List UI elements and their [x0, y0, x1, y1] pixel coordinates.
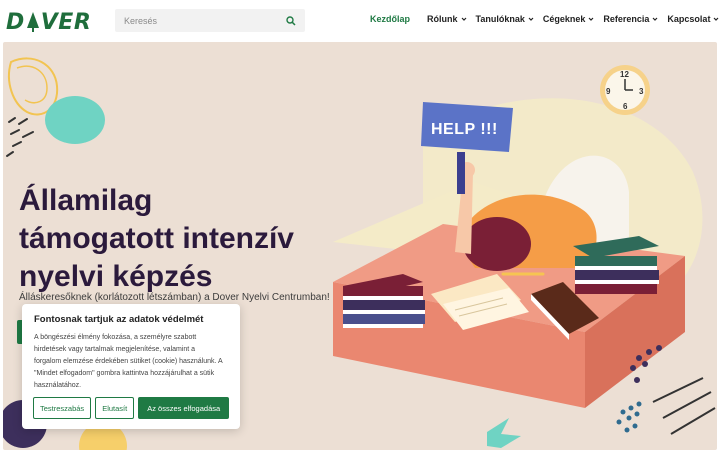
main-nav: Kezdőlap Rólunk Tanulóknak Cégeknek Refe… [370, 14, 720, 24]
clock-number-12: 12 [620, 70, 629, 79]
book-stack-right [573, 236, 659, 294]
cookie-text-line: A böngészési élmény fokozása, a személyr… [34, 334, 197, 341]
hero-title-line: támogatott intenzív [19, 222, 294, 255]
search-box[interactable] [115, 9, 305, 32]
nav-item-about[interactable]: Rólunk [427, 14, 467, 24]
nav-item-companies[interactable]: Cégeknek [543, 14, 595, 24]
nav-item-students[interactable]: Tanulóknak [476, 14, 534, 24]
cookie-text-line: használatához. [34, 382, 82, 389]
nav-label: Rólunk [427, 14, 458, 24]
page: D VER Kezdőlap Rólunk Tanulóknak [0, 0, 720, 450]
hero-title-line: nyelvi képzés [19, 260, 213, 293]
reject-button[interactable]: Elutasít [95, 397, 135, 419]
chevron-down-icon [714, 17, 719, 21]
help-sign-text: HELP !!! [431, 121, 498, 138]
decor-zigzag [487, 418, 521, 448]
clock-number-6: 6 [623, 102, 628, 111]
cookie-consent-dialog: Fontosnak tartjuk az adatok védelmét A b… [22, 304, 240, 429]
cookie-text-line: hirdetések vagy tartalmak megjelenítése,… [34, 346, 196, 353]
clock-number-3: 3 [639, 87, 644, 96]
nav-label: Kapcsolat [667, 14, 711, 24]
cookie-text-line: "Mindet elfogadom" gombra kattintva hozz… [34, 370, 215, 377]
clock-number-9: 9 [606, 87, 611, 96]
nav-label: Tanulóknak [475, 14, 525, 24]
nav-item-home[interactable]: Kezdőlap [370, 14, 410, 24]
nav-label: Cégeknek [542, 14, 586, 24]
hero-title: Államilag támogatott intenzív nyelvi kép… [19, 182, 339, 296]
clock-icon: 12 3 6 9 [600, 65, 650, 115]
cookie-title: Fontosnak tartjuk az adatok védelmét [34, 314, 204, 325]
decor-blob-teal [45, 96, 105, 144]
cookie-text: A böngészési élmény fokozása, a személyr… [34, 332, 234, 392]
logo-tree-icon [26, 12, 39, 32]
nav-item-contact[interactable]: Kapcsolat [667, 14, 719, 24]
hero-title-line: Államilag [19, 184, 153, 217]
chevron-down-icon [528, 17, 534, 21]
decor-swirl-inner [16, 65, 48, 104]
chevron-down-icon [652, 17, 658, 21]
nav-item-references[interactable]: Referencia [603, 14, 658, 24]
accept-all-button[interactable]: Az összes elfogadása [138, 397, 230, 419]
cookie-text-line: forgalom elemzése érdekében sütiket (coo… [34, 358, 223, 365]
logo[interactable]: D VER [6, 6, 94, 38]
decor-dots-teal [616, 401, 642, 433]
nav-label: Kezdőlap [370, 14, 411, 24]
search-input[interactable] [124, 15, 286, 26]
decor-dashes [6, 117, 34, 157]
hero-subtitle: Álláskeresőknek (korlátozott létszámban)… [19, 292, 330, 303]
chevron-down-icon [588, 17, 594, 21]
decor-lines [652, 377, 716, 435]
customize-button[interactable]: Testreszabás [33, 397, 92, 419]
search-icon[interactable] [286, 15, 296, 26]
logo-text-rest: VER [40, 9, 92, 35]
site-header: D VER Kezdőlap Rólunk Tanulóknak [0, 0, 720, 42]
chevron-down-icon [461, 17, 466, 21]
nav-label: Referencia [603, 14, 650, 24]
cookie-buttons: Testreszabás Elutasít Az összes elfogadá… [33, 397, 230, 419]
logo-text: D [6, 9, 25, 35]
